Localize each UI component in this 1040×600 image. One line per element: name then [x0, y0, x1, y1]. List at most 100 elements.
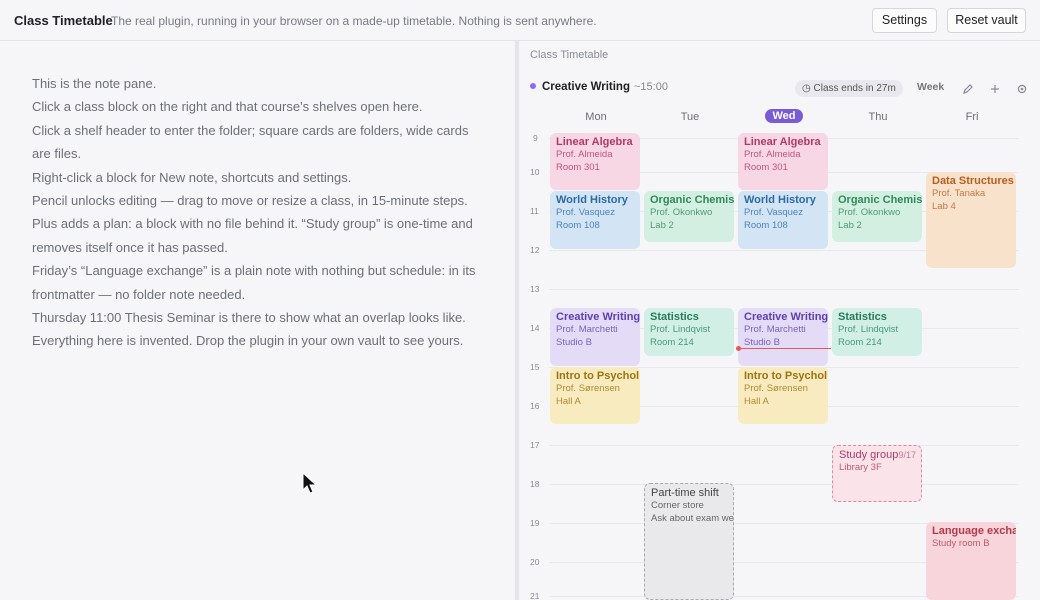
- block-title: Linear Algebra: [744, 136, 821, 148]
- note-line: Pencil unlocks editing — drag to move or…: [32, 193, 468, 208]
- block-instructor: Prof. Marchetti: [744, 324, 806, 335]
- class-block-creative-writing[interactable]: Creative Writing Prof. Marchetti Studio …: [550, 308, 640, 366]
- block-room: Room 108: [556, 219, 600, 231]
- settings-button[interactable]: Settings: [872, 8, 937, 33]
- note-line: removes itself once it has passed.: [32, 240, 228, 255]
- current-class-dot: [530, 83, 536, 89]
- note-pane: This is the note pane. Click a class blo…: [0, 41, 515, 600]
- block-note: Ask about exam week: [651, 512, 734, 524]
- block-instructor: Prof. Sørensen: [556, 383, 620, 394]
- block-instructor: Prof. Vasquez: [744, 207, 803, 218]
- class-block-linear-algebra[interactable]: Linear Algebra Prof. Almeida Room 301: [550, 133, 640, 190]
- block-room: Hall A: [556, 395, 581, 407]
- clock-icon: ◷: [802, 83, 814, 94]
- block-instructor: Prof. Almeida: [744, 149, 801, 160]
- block-location: Study room B: [932, 538, 990, 549]
- hour-label: 18: [530, 479, 540, 489]
- block-title: Creative Writing: [556, 311, 640, 323]
- hour-label: 16: [530, 401, 540, 411]
- plan-block-part-time-shift[interactable]: Part-time shift Corner store Ask about e…: [644, 483, 734, 600]
- class-block-statistics[interactable]: Statistics Prof. Lindqvist Room 214: [832, 308, 922, 356]
- top-bar: Class Timetable The real plugin, running…: [0, 0, 1040, 41]
- block-date: 9/17: [898, 450, 916, 460]
- block-title: Statistics: [650, 311, 699, 323]
- day-header-wed: Wed: [740, 109, 828, 123]
- class-block-intro-to-psychology[interactable]: Intro to Psychol Prof. Sørensen Hall A: [550, 367, 640, 424]
- hour-label: 11: [530, 206, 539, 216]
- block-instructor: Prof. Okonkwo: [838, 207, 901, 218]
- plan-block-study-group[interactable]: Study group Library 3F 9/17: [832, 445, 922, 502]
- block-room: Lab 2: [650, 219, 674, 231]
- note-line: Right-click a block for New note, shortc…: [32, 170, 352, 185]
- block-instructor: Prof. Vasquez: [556, 207, 615, 218]
- hour-label: 21: [530, 591, 540, 600]
- class-ends-text: Class ends in 27m: [813, 83, 896, 94]
- block-instructor: Prof. Lindqvist: [838, 324, 899, 335]
- note-line: Click a shelf header to enter the folder…: [32, 123, 469, 138]
- block-title: Organic Chemis: [838, 194, 922, 206]
- hour-label: 14: [530, 323, 540, 333]
- current-class[interactable]: Creative Writing ~15:00: [530, 81, 668, 93]
- note-line: are files.: [32, 146, 82, 161]
- today-label: Wed: [765, 109, 803, 123]
- hour-label: 12: [530, 245, 540, 255]
- block-title: Part-time shift: [651, 487, 719, 499]
- block-instructor: Prof. Lindqvist: [650, 324, 711, 335]
- block-instructor: Prof. Almeida: [556, 149, 613, 160]
- block-room: Room 214: [650, 336, 694, 348]
- class-block-language-exchange[interactable]: Language exchange Study room B: [926, 522, 1016, 600]
- class-block-linear-algebra[interactable]: Linear Algebra Prof. Almeida Room 301: [738, 133, 828, 190]
- block-title: World History: [744, 194, 816, 206]
- note-line: Friday’s “Language exchange” is a plain …: [32, 263, 476, 278]
- current-class-time: ~15:00: [633, 81, 668, 93]
- reset-vault-button[interactable]: Reset vault: [947, 8, 1026, 33]
- app-subtitle: The real plugin, running in your browser…: [111, 14, 597, 28]
- block-instructor: Prof. Sørensen: [744, 383, 808, 394]
- now-indicator-line: [738, 348, 831, 349]
- block-instructor: Prof. Tanaka: [932, 188, 986, 199]
- hour-gridline: [549, 484, 1019, 485]
- class-block-organic-chemistry[interactable]: Organic Chemis Prof. Okonkwo Lab 2: [644, 191, 734, 242]
- block-room: Studio B: [556, 336, 592, 348]
- block-instructor: Prof. Marchetti: [556, 324, 618, 335]
- block-title: Intro to Psychol: [556, 370, 640, 382]
- hour-gridline: [549, 289, 1019, 290]
- hour-label: 9: [533, 133, 538, 143]
- class-block-creative-writing[interactable]: Creative Writing Prof. Marchetti Studio …: [738, 308, 828, 366]
- day-header-fri: Fri: [965, 111, 979, 123]
- block-title: Data Structures: [932, 175, 1014, 187]
- hour-label: 15: [530, 362, 540, 372]
- block-location: Library 3F: [839, 462, 882, 473]
- plus-icon[interactable]: [988, 82, 1002, 96]
- block-title: Language exchange: [932, 525, 1016, 537]
- block-room: Hall A: [744, 395, 769, 407]
- block-location: Corner store: [651, 500, 704, 511]
- block-title: Creative Writing: [744, 311, 828, 323]
- block-room: Lab 4: [932, 200, 956, 212]
- block-title: Statistics: [838, 311, 887, 323]
- day-header-mon: Mon: [585, 111, 607, 123]
- pencil-icon[interactable]: [961, 82, 975, 96]
- note-line: Thursday 11:00 Thesis Seminar is there t…: [32, 310, 466, 325]
- block-room: Room 301: [556, 161, 600, 173]
- block-title: World History: [556, 194, 628, 206]
- class-block-world-history[interactable]: World History Prof. Vasquez Room 108: [738, 191, 828, 249]
- class-block-world-history[interactable]: World History Prof. Vasquez Room 108: [550, 191, 640, 249]
- week-view-toggle[interactable]: Week: [917, 81, 944, 93]
- class-ends-badge: ◷ Class ends in 27m: [795, 80, 903, 97]
- pane-title: Class Timetable: [530, 49, 609, 61]
- gear-icon[interactable]: [1015, 82, 1029, 96]
- class-block-statistics[interactable]: Statistics Prof. Lindqvist Room 214: [644, 308, 734, 356]
- class-block-data-structures[interactable]: Data Structures Prof. Tanaka Lab 4: [926, 172, 1016, 268]
- note-line: Everything here is invented. Drop the pl…: [32, 333, 464, 348]
- block-room: Lab 2: [838, 219, 862, 231]
- block-title: Intro to Psychol: [744, 370, 828, 382]
- hour-gridline: [549, 445, 1019, 446]
- note-line: Plus adds a plan: a block with no file b…: [32, 216, 473, 231]
- class-block-organic-chemistry[interactable]: Organic Chemis Prof. Okonkwo Lab 2: [832, 191, 922, 242]
- current-class-name: Creative Writing: [542, 81, 630, 93]
- block-title: Organic Chemis: [650, 194, 734, 206]
- day-header-thu: Thu: [868, 111, 888, 123]
- block-instructor: Prof. Okonkwo: [650, 207, 713, 218]
- class-block-intro-to-psychology[interactable]: Intro to Psychol Prof. Sørensen Hall A: [738, 367, 828, 424]
